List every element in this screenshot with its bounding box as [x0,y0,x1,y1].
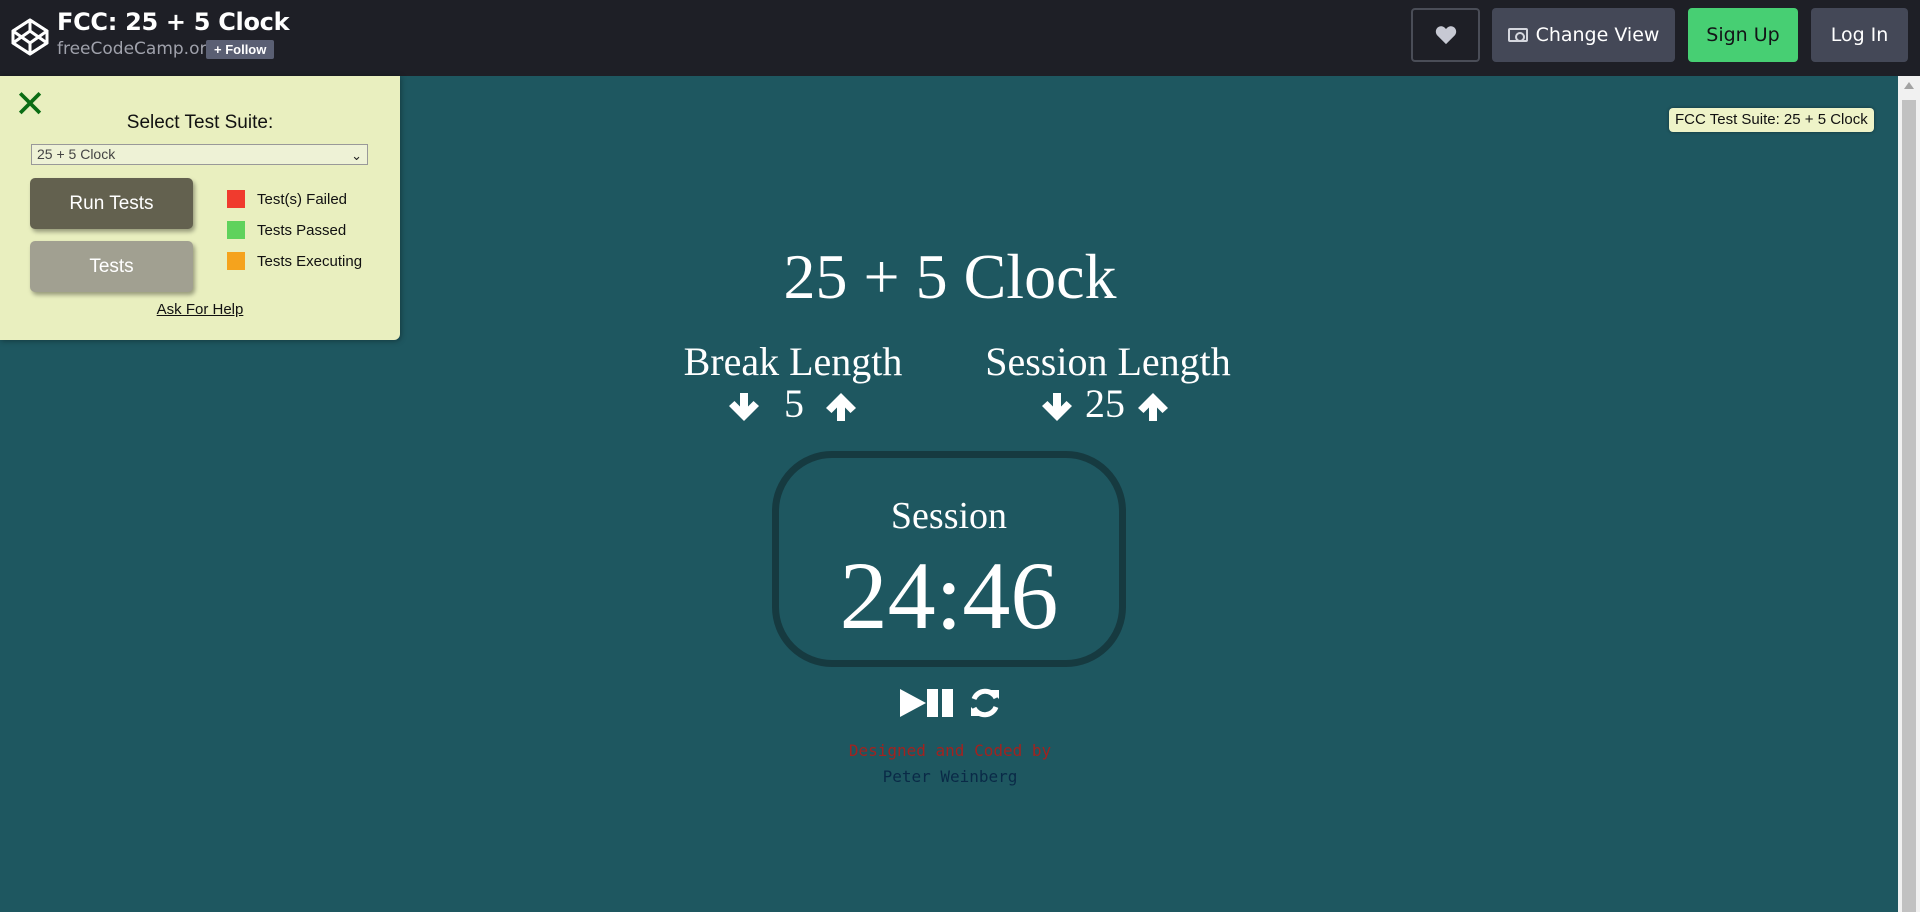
session-increment-arrow-up-icon[interactable] [1136,390,1170,424]
break-decrement-arrow-down-icon[interactable] [727,390,761,424]
legend-failed-label: Test(s) Failed [257,190,348,208]
scroll-thumb[interactable] [1902,100,1916,912]
heart-icon [1435,26,1456,45]
legend-passed: Tests Passed [227,220,346,240]
time-left: 24:46 [839,542,1059,649]
reset-button[interactable] [968,686,1002,720]
app-title: 25 + 5 Clock [783,241,1117,312]
start-stop-button[interactable] [898,686,958,720]
sign-up-button[interactable]: Sign Up [1688,8,1798,62]
change-view-button[interactable]: Change View [1492,8,1675,62]
session-label: Session Length [985,339,1231,384]
scrollbar[interactable] [1898,76,1920,912]
scroll-up-arrow-icon[interactable] [1904,82,1914,89]
run-tests-button[interactable]: Run Tests [30,178,193,229]
break-increment-arrow-up-icon[interactable] [824,390,858,424]
test-suite-select[interactable]: 25 + 5 Clock ⌄ [31,144,368,165]
timer-display: Session 24:46 [772,451,1126,667]
failed-swatch [227,190,245,208]
session-length-value: 25 [1085,381,1125,426]
follow-button[interactable]: + Follow [206,40,275,59]
refresh-icon [971,688,999,718]
legend-executing-label: Tests Executing [257,252,363,270]
test-suite-badge[interactable]: FCC Test Suite: 25 + 5 Clock [1669,108,1874,132]
break-length-value: 5 [784,381,804,426]
author-name: Peter Weinberg [882,767,1018,786]
like-button[interactable] [1411,8,1480,62]
change-view-icon [1507,28,1528,42]
pen-owner-link[interactable]: freeCodeCamp.org [57,39,217,59]
selected-suite-value: 25 + 5 Clock [37,146,116,162]
break-label: Break Length [683,339,903,384]
timer-label: Session [890,495,1008,537]
chevron-down-icon: ⌄ [351,148,362,163]
ask-for-help-link[interactable]: Ask For Help [0,301,400,318]
log-in-button[interactable]: Log In [1811,8,1908,62]
legend-failed: Test(s) Failed [227,189,347,209]
test-suite-panel: ✕ Select Test Suite: 25 + 5 Clock ⌄ Run … [0,76,400,340]
play-pause-icon [900,689,953,717]
executing-swatch [227,252,245,270]
credit-line-1: Designed and Coded by [848,741,1052,760]
tests-button[interactable]: Tests [30,241,193,292]
codepen-logo-icon[interactable] [10,17,50,57]
legend-passed-label: Tests Passed [257,221,347,239]
legend-executing: Tests Executing [227,251,362,271]
select-test-suite-label: Select Test Suite: [126,112,274,133]
pen-title: FCC: 25 + 5 Clock [57,8,290,36]
session-decrement-arrow-down-icon[interactable] [1040,390,1074,424]
codepen-header: FCC: 25 + 5 Clock freeCodeCamp.org + Fol… [0,0,1920,76]
passed-swatch [227,221,245,239]
change-view-label: Change View [1535,24,1660,46]
